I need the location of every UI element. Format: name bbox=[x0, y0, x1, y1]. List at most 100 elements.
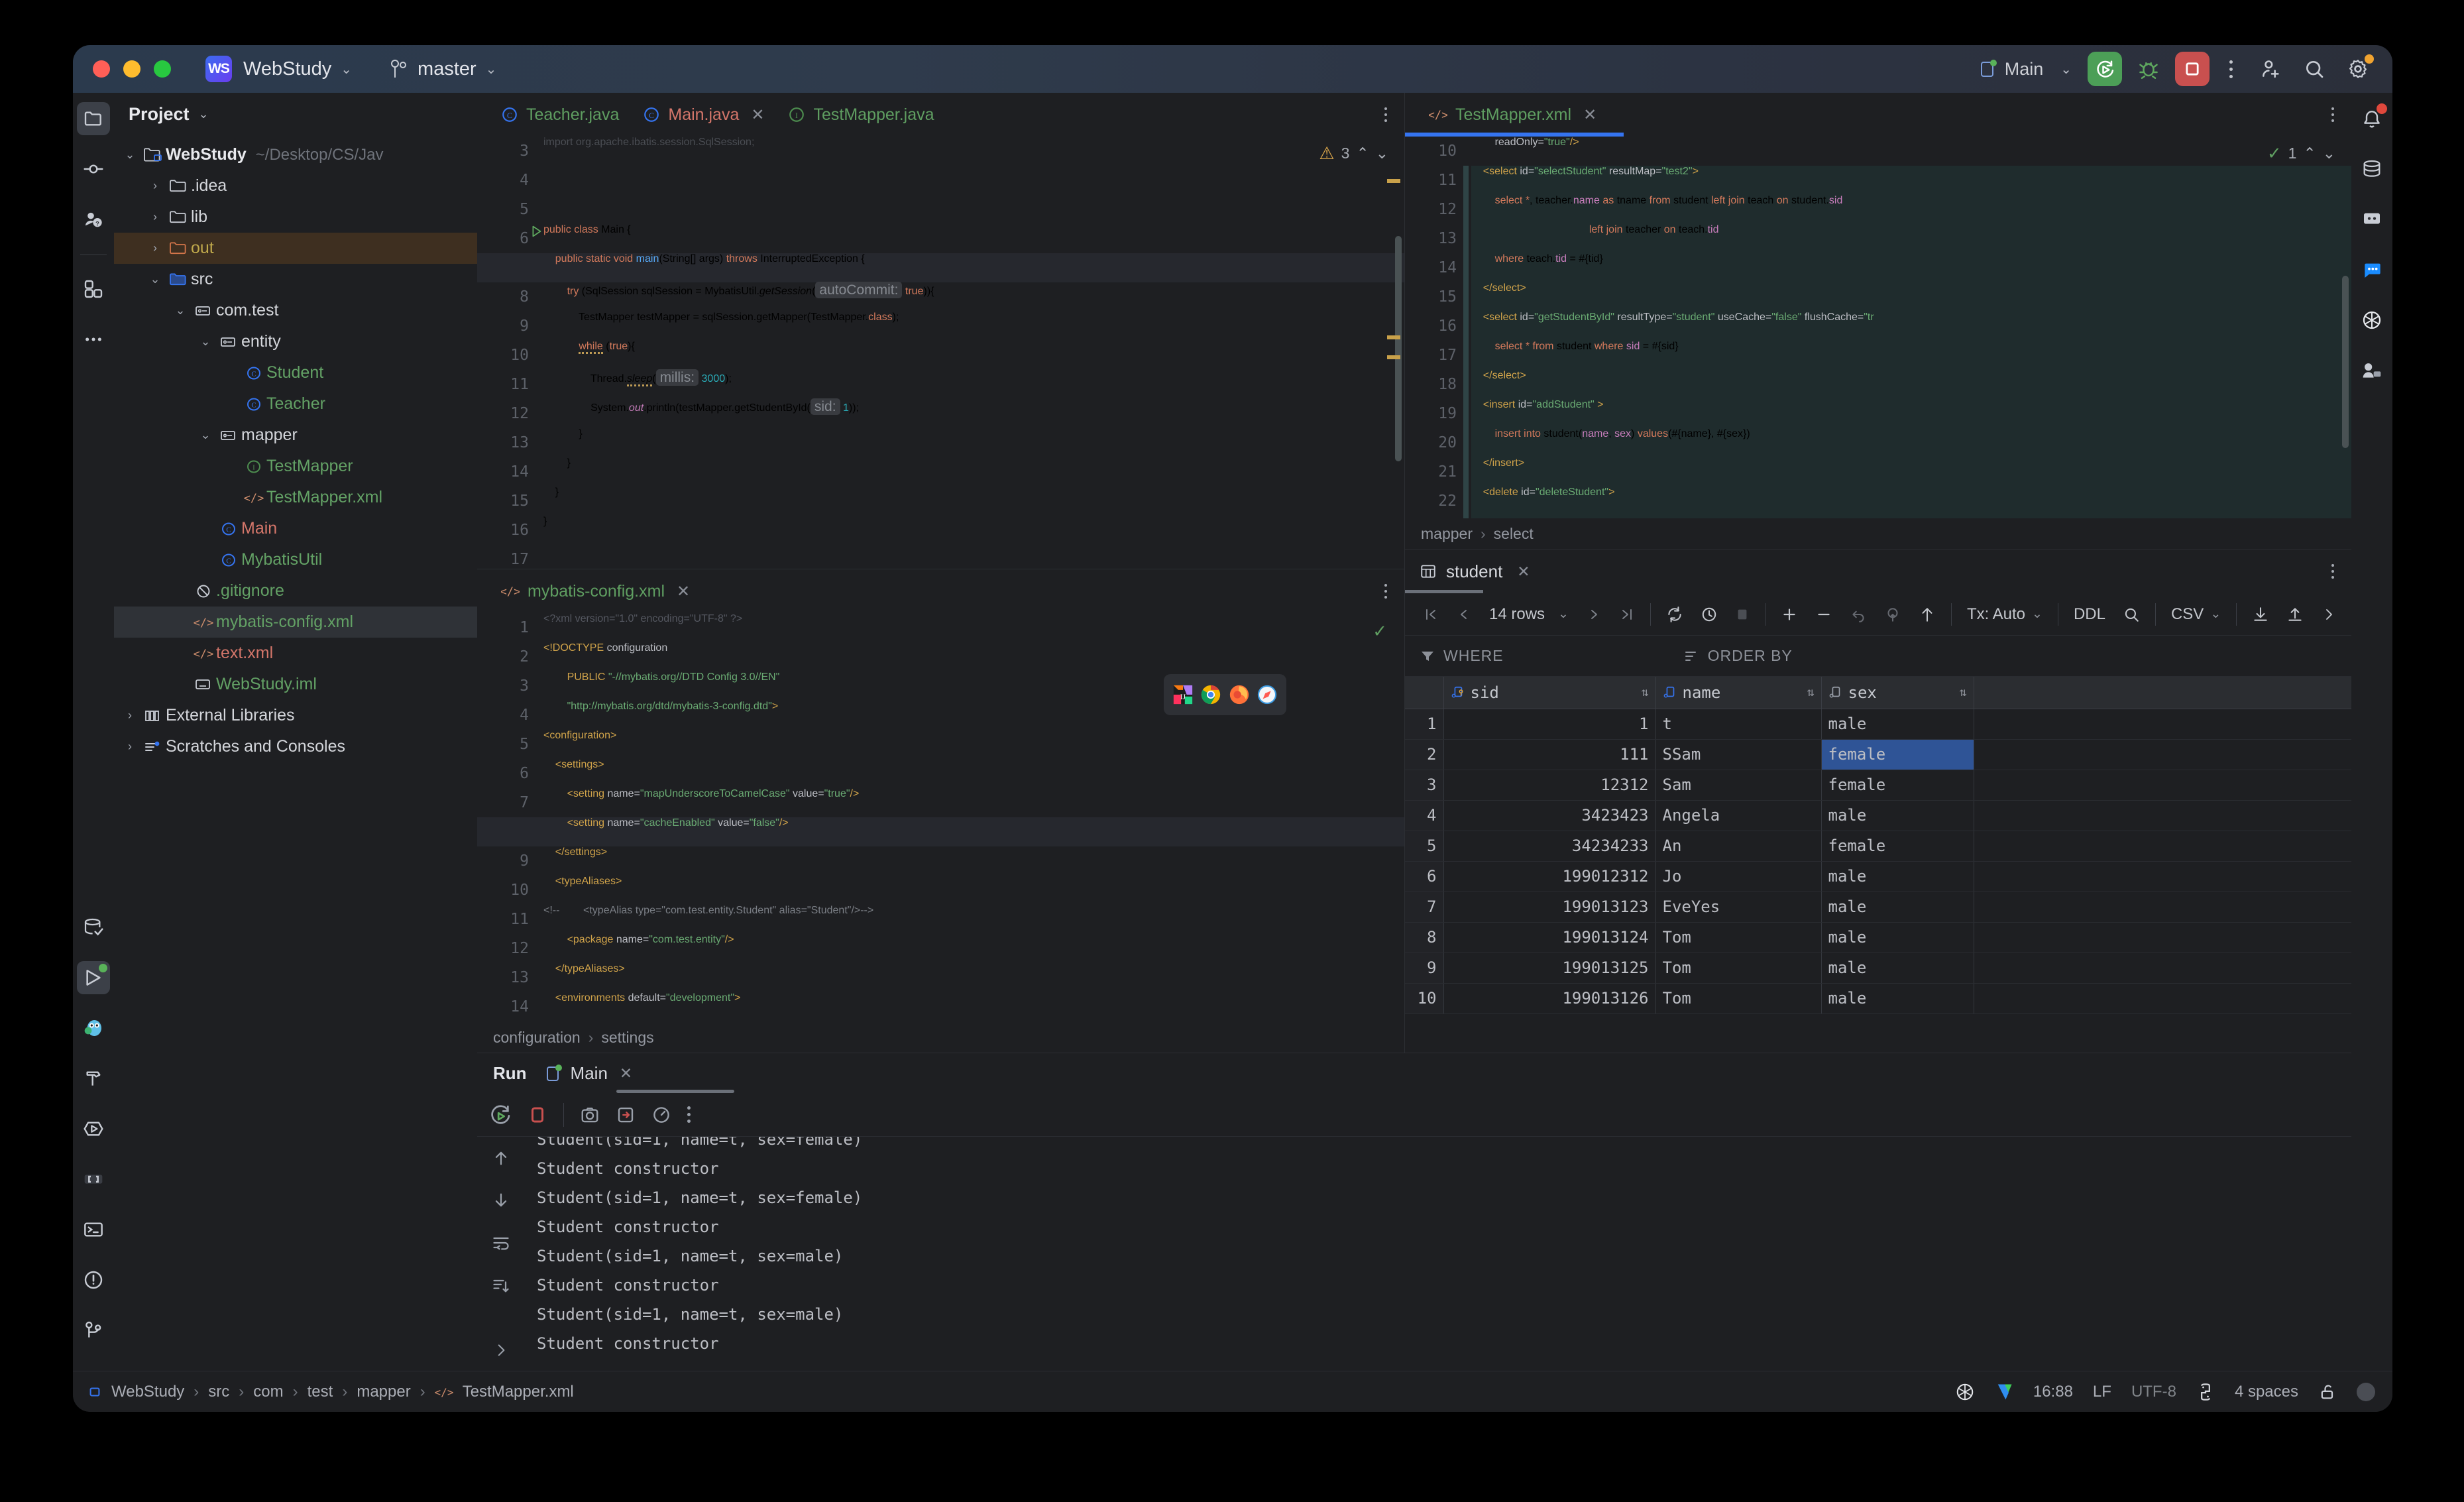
cell-sex[interactable]: male bbox=[1821, 983, 1974, 1014]
stop-icon[interactable] bbox=[528, 1105, 547, 1125]
more-icon[interactable] bbox=[2217, 60, 2244, 78]
cell-sex[interactable]: male bbox=[1821, 922, 1974, 953]
tree-item-webstudy[interactable]: ⌄ WebStudy ~/Desktop/CS/Jav bbox=[114, 139, 477, 170]
run-gutter-marker[interactable] bbox=[529, 224, 543, 239]
export-icon[interactable] bbox=[616, 1105, 636, 1125]
tree-item-testmapper[interactable]: · I TestMapper bbox=[114, 451, 477, 482]
cell-sid[interactable]: 111 bbox=[1443, 739, 1656, 770]
cell-sid[interactable]: 199013126 bbox=[1443, 983, 1656, 1014]
git-icon[interactable] bbox=[77, 1314, 110, 1347]
collab-icon[interactable] bbox=[2355, 354, 2388, 387]
breadcrumb-item[interactable]: mapper bbox=[1421, 525, 1473, 543]
ai-assistant-icon[interactable] bbox=[2355, 203, 2388, 236]
chevron-down-icon[interactable]: ⌄ bbox=[144, 272, 166, 286]
cell-name[interactable]: EveYes bbox=[1655, 892, 1822, 923]
build-icon[interactable] bbox=[77, 1062, 110, 1095]
scrollbar-vertical[interactable] bbox=[2342, 276, 2349, 448]
cell-name[interactable]: Tom bbox=[1655, 983, 1822, 1014]
terminal-icon[interactable] bbox=[77, 1213, 110, 1246]
project-icon[interactable] bbox=[77, 102, 110, 135]
camera-icon[interactable] bbox=[580, 1105, 600, 1125]
table-row[interactable]: 4 3423423 Angela male bbox=[1405, 800, 2351, 831]
main-java-code[interactable]: ⚠ 3 ⌃ ⌄ 3456789 1011121314151617 bbox=[477, 137, 1404, 569]
breadcrumb-item[interactable]: select bbox=[1494, 525, 1534, 543]
chevron-down-icon[interactable]: ⌄ bbox=[195, 428, 216, 442]
cell-sid[interactable]: 199013125 bbox=[1443, 953, 1656, 984]
tab-testmapper-xml[interactable]: </> TestMapper.xml ✕ bbox=[1417, 93, 1608, 137]
more-icon[interactable] bbox=[2331, 107, 2334, 122]
cell-sid[interactable]: 12312 bbox=[1443, 770, 1656, 801]
breadcrumb-config[interactable]: configuration › settings bbox=[477, 1022, 1404, 1053]
table-row[interactable]: 5 34234233 An female bbox=[1405, 831, 2351, 862]
notifications-icon[interactable] bbox=[2355, 102, 2388, 135]
cell-sid[interactable]: 34234233 bbox=[1443, 831, 1656, 862]
minimize-window-button[interactable] bbox=[123, 60, 140, 78]
run-icon[interactable] bbox=[77, 961, 110, 994]
search-icon[interactable] bbox=[2114, 593, 2149, 636]
close-icon[interactable]: ✕ bbox=[1583, 105, 1596, 125]
cell-sex[interactable]: female bbox=[1821, 770, 1974, 801]
chevron-right-icon[interactable]: › bbox=[119, 740, 140, 754]
editor-tabbar-xml[interactable]: </> TestMapper.xml ✕ bbox=[1405, 93, 2351, 137]
chevron-down-icon[interactable]: ⌄ bbox=[195, 335, 216, 349]
tree-item-entity[interactable]: ⌄ entity bbox=[114, 326, 477, 357]
cell-sex[interactable]: male bbox=[1821, 892, 1974, 923]
project-name[interactable]: WebStudy bbox=[243, 58, 331, 80]
tree-item-external-libraries[interactable]: › External Libraries bbox=[114, 700, 477, 731]
breadcrumb-item[interactable]: WebStudy bbox=[111, 1383, 184, 1401]
revert-selected-icon[interactable] bbox=[1876, 593, 1910, 636]
code-text[interactable]: import org.apache.ibatis.session.SqlSess… bbox=[543, 137, 1404, 569]
commit-icon[interactable] bbox=[77, 152, 110, 186]
last-page-icon[interactable] bbox=[1610, 593, 1644, 636]
debug-button[interactable] bbox=[2131, 52, 2166, 86]
profiler-icon[interactable] bbox=[651, 1105, 671, 1125]
tab-main-java[interactable]: C Main.java ✕ bbox=[631, 93, 776, 137]
breadcrumb-item[interactable]: com bbox=[253, 1383, 283, 1401]
close-icon[interactable]: ✕ bbox=[1517, 563, 1530, 581]
code-text[interactable]: readOnly="true"/> <select id="selectStud… bbox=[1471, 137, 2351, 516]
run-panel-header[interactable]: Run Main ✕ bbox=[477, 1053, 2351, 1093]
soft-wrap-icon[interactable] bbox=[492, 1234, 510, 1252]
table-row[interactable]: 1 1 t male bbox=[1405, 709, 2351, 740]
more-icon[interactable] bbox=[687, 1106, 691, 1123]
table-row[interactable]: 7 199013123 EveYes male bbox=[1405, 892, 2351, 923]
cell-sex[interactable]: female bbox=[1821, 831, 1974, 862]
chevron-down-icon[interactable]: ⌄ bbox=[119, 148, 140, 162]
tab-teacher-java[interactable]: C Teacher.java bbox=[489, 93, 631, 137]
cell-name[interactable]: Jo bbox=[1655, 861, 1822, 892]
stop-button[interactable] bbox=[2175, 52, 2210, 86]
mybatis-config-code[interactable]: ✓ IJ 1234567 8910111 bbox=[477, 613, 1404, 1022]
first-page-icon[interactable] bbox=[1414, 593, 1447, 636]
openai-icon[interactable] bbox=[2355, 304, 2388, 337]
breadcrumb-item[interactable]: mapper bbox=[357, 1383, 410, 1401]
cell-name[interactable]: An bbox=[1655, 831, 1822, 862]
breadcrumb-item[interactable]: src bbox=[208, 1383, 229, 1401]
services-icon[interactable] bbox=[77, 1112, 110, 1145]
where-filter[interactable]: WHERE bbox=[1405, 647, 1504, 665]
more-icon[interactable] bbox=[1384, 584, 1387, 599]
lock-icon[interactable] bbox=[2318, 1383, 2337, 1401]
tree-item-mybatis-config-xml[interactable]: ·</>mybatis-config.xml bbox=[114, 607, 477, 638]
console-side-toolbar[interactable] bbox=[477, 1137, 525, 1371]
db-tabbar[interactable]: student ✕ bbox=[1405, 549, 2351, 593]
tree-item-out[interactable]: › out bbox=[114, 233, 477, 264]
more-icon[interactable] bbox=[2331, 564, 2334, 579]
cell-sex[interactable]: female bbox=[1821, 739, 1974, 770]
add-user-icon[interactable] bbox=[2253, 52, 2288, 86]
project-panel-header[interactable]: Project ⌄ bbox=[114, 93, 477, 135]
cell-sid[interactable]: 199013123 bbox=[1443, 892, 1656, 923]
breadcrumb-item[interactable]: TestMapper.xml bbox=[463, 1383, 574, 1401]
tree-item-main[interactable]: · C Main bbox=[114, 513, 477, 544]
chat-icon[interactable] bbox=[2355, 253, 2388, 286]
tree-item-webstudy-iml[interactable]: · WebStudy.iml bbox=[114, 669, 477, 700]
file-encoding[interactable]: UTF-8 bbox=[2131, 1383, 2176, 1401]
db-toolbar[interactable]: 14 rows ⌄ Tx: Auto ⌄ DDL CSV ⌄ bbox=[1405, 593, 2351, 636]
chevron-down-icon[interactable]: ⌄ bbox=[341, 61, 352, 78]
breadcrumb-item[interactable]: configuration bbox=[493, 1029, 581, 1047]
history-icon[interactable] bbox=[1692, 593, 1726, 636]
sort-toggle-icon[interactable]: ⇅ bbox=[1642, 685, 1649, 699]
vim-icon[interactable] bbox=[1995, 1382, 2013, 1402]
tree-item-text-xml[interactable]: ·</>text.xml bbox=[114, 638, 477, 669]
problems-icon[interactable] bbox=[77, 1263, 110, 1297]
run-button[interactable] bbox=[2088, 52, 2122, 86]
